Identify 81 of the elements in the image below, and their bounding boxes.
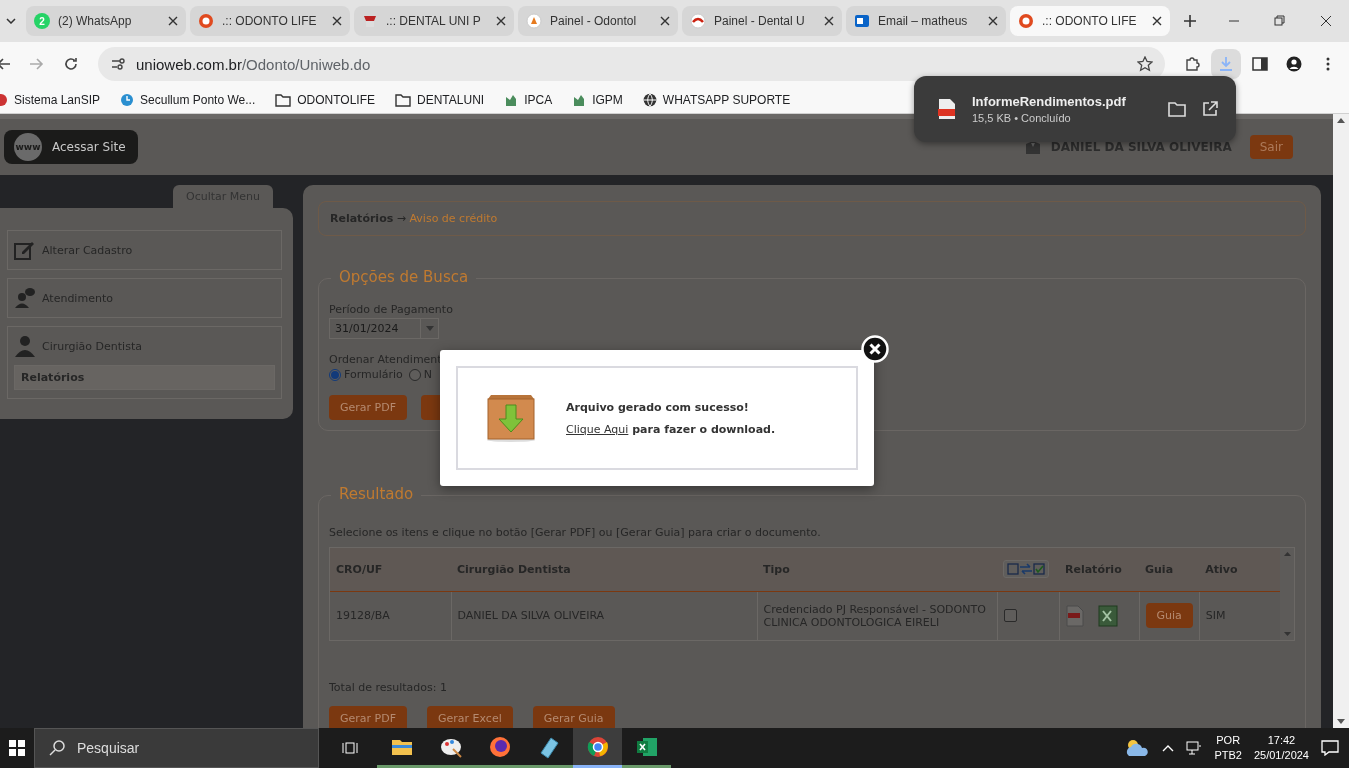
close-icon[interactable]: [1152, 16, 1162, 26]
column-header: Ativo: [1199, 548, 1280, 592]
radio-button[interactable]: [329, 368, 341, 381]
notification-icon[interactable]: [1321, 740, 1339, 756]
bookmark[interactable]: DENTALUNI: [395, 92, 485, 107]
close-icon[interactable]: [496, 16, 506, 26]
browser-tab[interactable]: Painel - Dental U: [682, 6, 842, 36]
edit-icon: [14, 239, 36, 261]
network-icon[interactable]: [1186, 741, 1203, 755]
puzzle-icon[interactable]: [1184, 56, 1200, 72]
clock-icon: [120, 92, 135, 107]
notification-badge: 2: [34, 13, 50, 29]
plus-icon[interactable]: [1184, 15, 1196, 27]
scroll-down-icon[interactable]: [1337, 719, 1345, 724]
reload-icon[interactable]: [63, 56, 79, 72]
download-link[interactable]: Clique Aqui: [566, 422, 629, 436]
web-icon: www: [14, 133, 42, 161]
browser-tab[interactable]: 2 (2) WhatsApp: [26, 6, 186, 36]
search-icon: [49, 740, 65, 756]
open-external-icon[interactable]: [1202, 101, 1218, 117]
taskbar-app[interactable]: [573, 728, 622, 768]
radio-button[interactable]: [408, 368, 421, 381]
column-header: Guia: [1139, 548, 1200, 592]
folder-icon[interactable]: [1168, 101, 1186, 117]
language-indicator[interactable]: POR PTB2: [1214, 733, 1242, 763]
side-panel-icon[interactable]: [1252, 56, 1268, 72]
bookmark[interactable]: WHATSAPP SUPORTE: [642, 92, 791, 107]
ring-icon: [1018, 13, 1034, 29]
file-name[interactable]: InformeRendimentos.pdf: [972, 94, 1152, 109]
caret-icon: [425, 326, 434, 331]
clock[interactable]: 17:42 25/01/2024: [1253, 733, 1309, 763]
browser-tab[interactable]: Email – matheus: [846, 6, 1006, 36]
checkbox-swap-icon: [1007, 562, 1045, 576]
row-checkbox[interactable]: [1003, 609, 1017, 623]
browser-tab[interactable]: .:: DENTAL UNI P: [354, 6, 514, 36]
column-header: Cirurgião Dentista: [451, 548, 757, 592]
section-title: Opções de Busca: [331, 268, 477, 286]
site-button[interactable]: www Acessar Site: [4, 130, 138, 164]
column-header: Relatório: [1059, 548, 1139, 592]
bookmark[interactable]: Secullum Ponto We...: [120, 92, 256, 107]
browser-tab[interactable]: Painel - Odontol: [518, 6, 678, 36]
star-icon[interactable]: [1137, 56, 1153, 72]
bookmark[interactable]: IGPM: [572, 92, 623, 107]
close-icon[interactable]: [168, 16, 178, 26]
close-icon[interactable]: [660, 16, 670, 26]
close-icon[interactable]: [988, 16, 998, 26]
pdf-file-icon[interactable]: [938, 98, 956, 120]
chevron-up-icon[interactable]: [1162, 744, 1175, 752]
download-box-icon: [486, 393, 536, 443]
profile-icon[interactable]: [1286, 56, 1302, 72]
mail-icon: [854, 13, 870, 29]
spreadsheet-icon[interactable]: [1097, 604, 1118, 627]
column-header: CRO/UF: [330, 548, 451, 592]
close-icon[interactable]: [1320, 15, 1332, 27]
address-bar[interactable]: unioweb.com.br/Odonto/Uniweb.do: [98, 47, 1165, 81]
scroll-up-icon[interactable]: [1337, 118, 1345, 123]
bookmark[interactable]: IPCA: [504, 92, 553, 107]
bookmark[interactable]: ODONTOLIFE: [275, 92, 375, 107]
windows-icon[interactable]: [9, 740, 25, 756]
browser-tab[interactable]: .:: ODONTO LIFE: [190, 6, 350, 36]
cloud-icon[interactable]: [1124, 739, 1151, 757]
dialog-title: Arquivo gerado com sucesso!: [566, 400, 750, 414]
bookmark[interactable]: Sistema LanSIP: [0, 92, 101, 107]
close-icon[interactable]: [332, 16, 342, 26]
url-text: unioweb.com.br/Odonto/Uniweb.do: [136, 55, 371, 73]
column-header: Tipo: [757, 548, 997, 592]
caret-icon[interactable]: [6, 18, 16, 24]
taskbar-search[interactable]: Pesquisar: [34, 728, 319, 768]
folder-icon: [275, 92, 292, 107]
globe-icon: [642, 92, 657, 107]
restore-icon[interactable]: [1274, 15, 1286, 27]
ring-icon: [198, 13, 214, 29]
browser-tab[interactable]: .:: ODONTO LIFE: [1010, 6, 1170, 36]
file-details: 15,5 KB • Concluído: [972, 112, 1072, 124]
chat-user-icon: [14, 287, 36, 309]
folder-icon: [395, 92, 411, 107]
download-message: Clique Aqui para fazer o download.: [566, 422, 776, 436]
task-view-icon[interactable]: [342, 740, 358, 756]
site-info-icon[interactable]: [110, 56, 126, 72]
close-icon[interactable]: [824, 16, 834, 26]
chrome-icon: [585, 734, 610, 759]
